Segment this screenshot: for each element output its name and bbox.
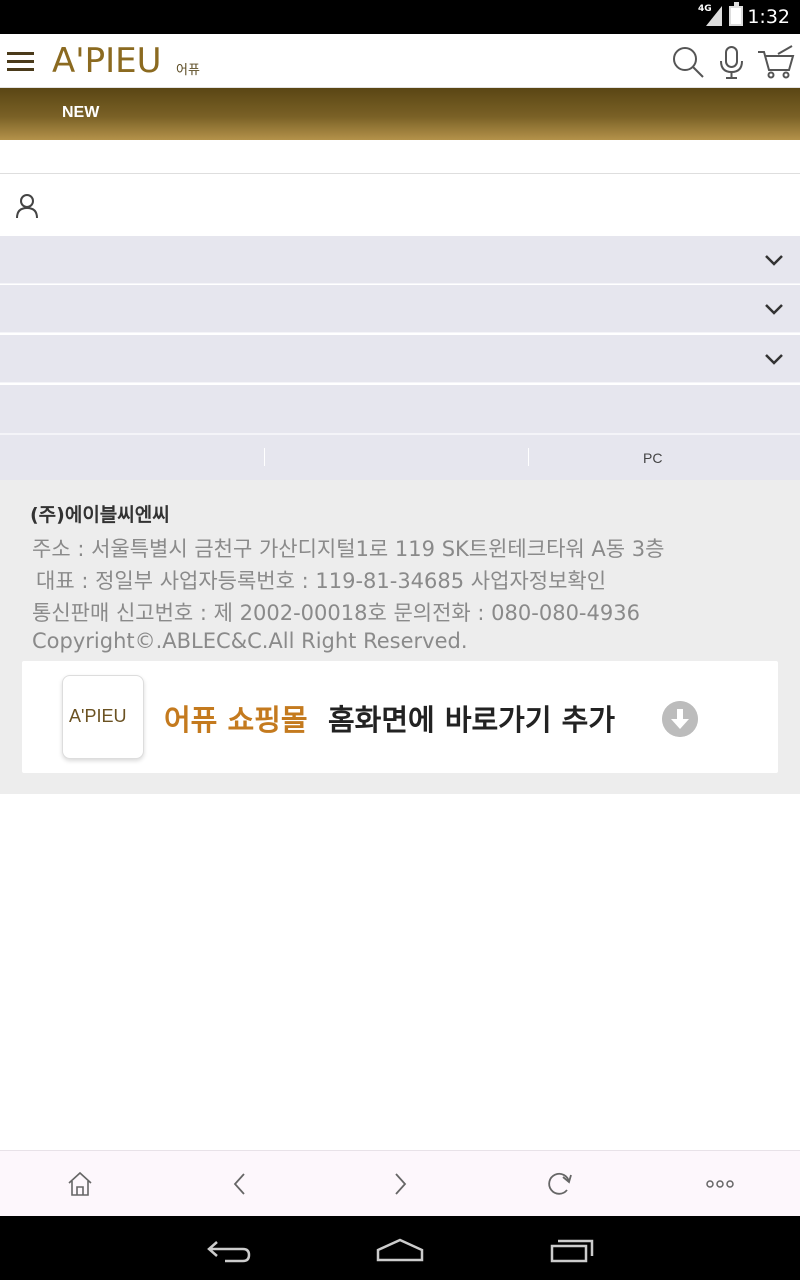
- nav-item-new[interactable]: NEW: [62, 104, 99, 122]
- battery-icon: [729, 2, 743, 26]
- footer-links: PC: [0, 434, 800, 480]
- address: 주소 : 서울특별시 금천구 가산디지털1로 119 SK트윈테크타워 A동 3…: [32, 537, 665, 561]
- signal-icon: [706, 6, 722, 26]
- accordion-row-3[interactable]: [0, 335, 800, 383]
- forward-icon[interactable]: [385, 1169, 415, 1199]
- microphone-icon[interactable]: [714, 44, 750, 80]
- site-header: A'PIEU 어퓨: [0, 34, 800, 88]
- logo[interactable]: A'PIEU: [52, 41, 162, 81]
- app-icon-label: A'PIEU: [69, 706, 127, 726]
- accordion-row-1[interactable]: [0, 236, 800, 284]
- banner-text: 홈화면에 바로가기 추가: [328, 703, 615, 737]
- logo-subtitle: 어퓨: [176, 63, 200, 78]
- system-back-icon[interactable]: [205, 1236, 253, 1264]
- home-icon[interactable]: [65, 1169, 95, 1199]
- chevron-down-icon: [765, 304, 783, 315]
- more-icon[interactable]: [705, 1169, 735, 1199]
- cart-icon[interactable]: [756, 44, 796, 80]
- divider: [264, 448, 265, 466]
- divider: [528, 448, 529, 466]
- accordion-row-4[interactable]: [0, 385, 800, 434]
- copyright: Copyright©.ABLEC&C.All Right Reserved.: [32, 629, 468, 653]
- banner-highlight: 어퓨 쇼핑몰: [164, 703, 308, 737]
- pc-version-link[interactable]: PC: [643, 450, 662, 466]
- refresh-icon[interactable]: [545, 1169, 575, 1199]
- browser-toolbar: [0, 1150, 800, 1216]
- system-home-icon[interactable]: [374, 1236, 426, 1264]
- clock: 1:32: [747, 6, 790, 28]
- ceo-business-number: 대표 : 정일부 사업자등록번호 : 119-81-34685 사업자정보확인: [36, 569, 607, 593]
- search-icon[interactable]: [670, 44, 706, 80]
- chevron-down-icon: [765, 354, 783, 365]
- recent-apps-icon[interactable]: [548, 1236, 596, 1264]
- status-bar: 4G 1:32: [0, 0, 800, 34]
- app-icon: A'PIEU: [62, 675, 144, 759]
- category-nav: NEW: [0, 88, 800, 140]
- menu-icon[interactable]: [7, 52, 34, 72]
- footer: (주)에이블씨엔씨 주소 : 서울특별시 금천구 가산디지털1로 119 SK트…: [0, 480, 800, 794]
- user-icon[interactable]: [14, 193, 40, 219]
- add-to-homescreen-banner[interactable]: A'PIEU 어퓨 쇼핑몰 홈화면에 바로가기 추가: [22, 661, 778, 773]
- system-navigation: [0, 1216, 800, 1280]
- mail-order-contact: 통신판매 신고번호 : 제 2002-00018호 문의전화 : 080-080…: [32, 601, 640, 625]
- download-icon[interactable]: [662, 701, 698, 737]
- login-row[interactable]: [0, 174, 800, 236]
- chevron-down-icon: [765, 255, 783, 266]
- company-name: (주)에이블씨엔씨: [30, 504, 170, 526]
- back-icon[interactable]: [225, 1169, 255, 1199]
- sub-nav-strip: [0, 140, 800, 174]
- accordion-row-2[interactable]: [0, 285, 800, 333]
